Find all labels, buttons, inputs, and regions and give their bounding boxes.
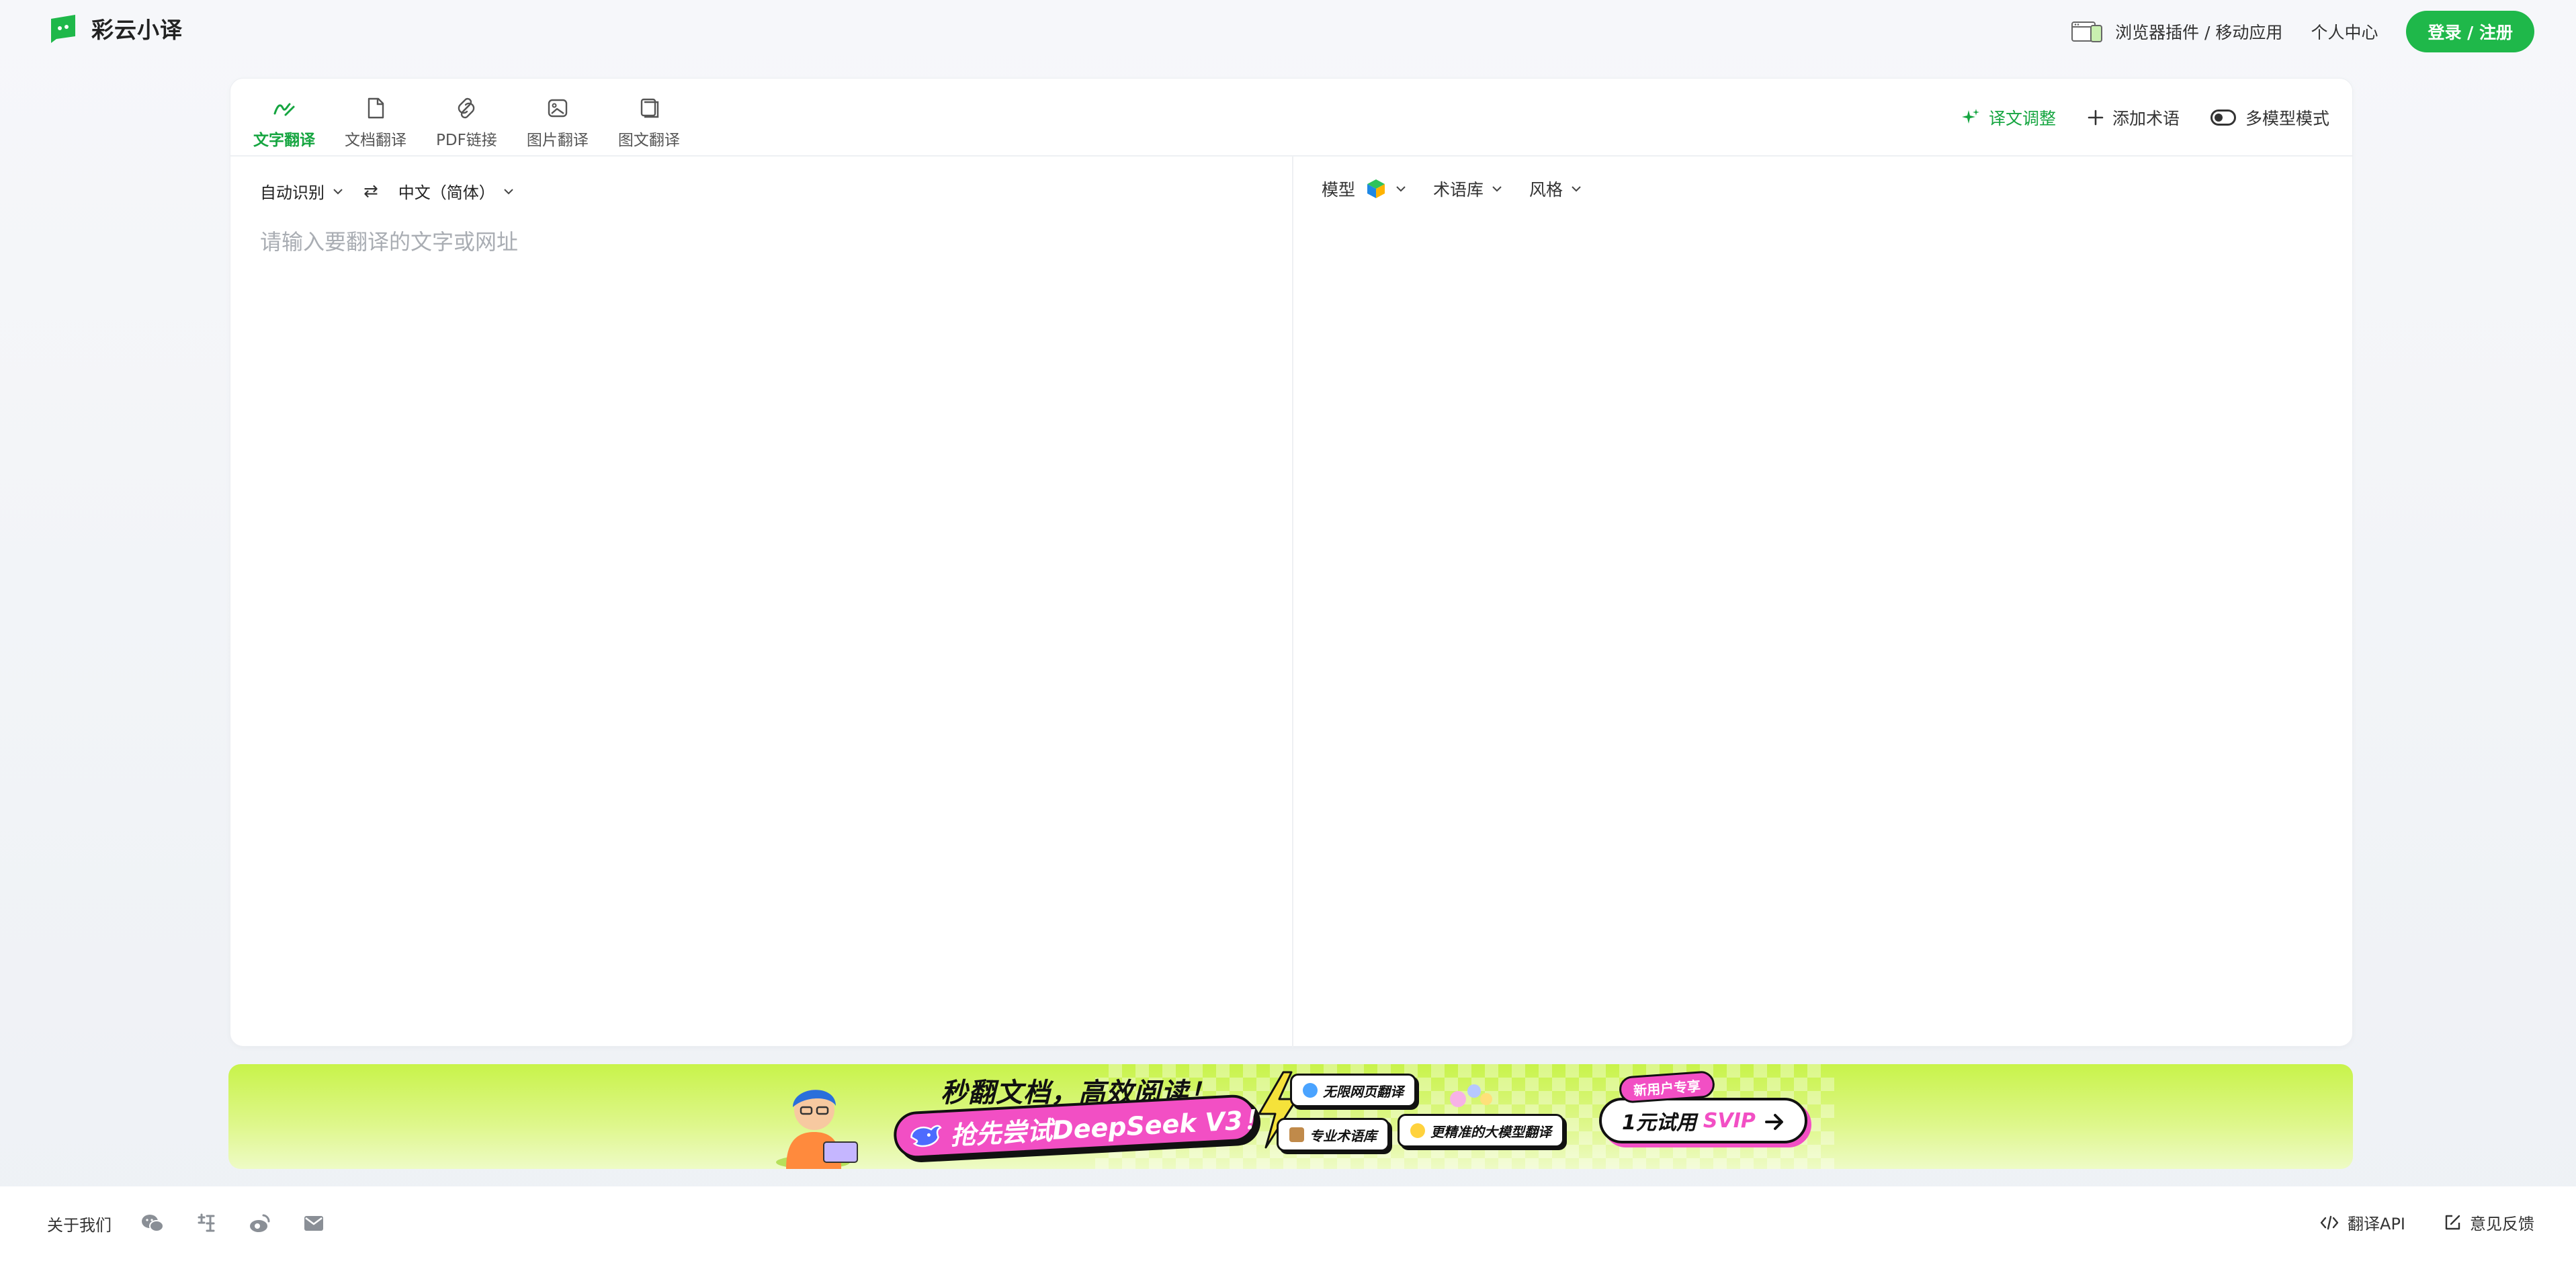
translate-api-label: 翻译API (2348, 1215, 2405, 1233)
link-icon (458, 97, 475, 119)
cta-svip: SVIP (1703, 1108, 1756, 1133)
browser-plugin-icon (2071, 21, 2103, 42)
wechat-icon[interactable] (140, 1211, 165, 1236)
model-label: 模型 (1322, 180, 1356, 200)
plugin-link-label: 浏览器插件 / 移动应用 (2115, 23, 2283, 42)
style-select[interactable]: 风格 (1529, 177, 1582, 201)
header-actions: 浏览器插件 / 移动应用 个人中心 登录 / 注册 (2071, 11, 2534, 52)
swap-languages-icon[interactable]: ⇄ (363, 181, 378, 202)
login-button[interactable]: 登录 / 注册 (2406, 11, 2534, 52)
style-label: 风格 (1529, 180, 1563, 200)
mode-tabs: 文字翻译 文档翻译 PDF链接 图片翻译 图文翻译 (253, 93, 710, 150)
mascot-illustration-icon (776, 1090, 858, 1169)
arrow-right-icon (1765, 1114, 1783, 1130)
adjust-translation-label: 译文调整 (1988, 109, 2056, 128)
footer-left: 关于我们 (47, 1211, 327, 1236)
logo[interactable]: 彩云小译 (47, 12, 183, 44)
tab-label: 文档翻译 (345, 132, 406, 149)
pane-divider (1292, 157, 1293, 1047)
promo-banner[interactable]: 秒翻文档，高效阅读！ 抢先尝试DeepSeek V3！ 无限网页翻译 专业术语库… (228, 1064, 2353, 1169)
target-options-bar: 模型 术语库 风格 (1322, 177, 1608, 201)
tab-image-translate[interactable]: 图片翻译 (527, 93, 589, 150)
banner-tag-text: 无限网页翻译 (1323, 1083, 1404, 1100)
banner-tag-text: 专业术语库 (1310, 1127, 1377, 1144)
footer: 关于我们 翻译API 意见反馈 (0, 1186, 2576, 1261)
card-actions: 译文调整 添加术语 多模型模式 (1930, 105, 2329, 130)
tab-document-translate[interactable]: 文档翻译 (345, 93, 406, 150)
header-divider (230, 155, 2352, 157)
text-translate-icon (273, 103, 295, 116)
edit-icon (2445, 1215, 2460, 1229)
tab-label: PDF链接 (436, 132, 497, 149)
plugin-link[interactable]: 浏览器插件 / 移动应用 (2071, 19, 2282, 44)
model-cube-icon (1367, 179, 1385, 198)
banner-tag-text: 更精准的大模型翻译 (1430, 1123, 1551, 1140)
logo-text: 彩云小译 (91, 17, 183, 43)
banner-tag-glossary: 专业术语库 (1277, 1118, 1389, 1151)
sparkle-icon (1961, 109, 1979, 124)
decorative-bubbles-icon (1450, 1084, 1492, 1107)
book-icon (640, 98, 659, 118)
translate-api-link[interactable]: 翻译API (2319, 1211, 2405, 1234)
toggle-switch[interactable] (2210, 110, 2236, 126)
chevron-down-icon (1572, 186, 1581, 192)
xiaohongshu-icon[interactable] (194, 1211, 219, 1236)
tab-label: 文字翻译 (253, 132, 315, 149)
logo-icon (51, 15, 75, 43)
chevron-down-icon (504, 188, 513, 194)
language-bar: 自动识别 ⇄ 中文（简体） (260, 179, 514, 203)
source-text-input[interactable] (260, 225, 1268, 1018)
add-term-label: 添加术语 (2112, 109, 2180, 128)
tab-pdf-link[interactable]: PDF链接 (436, 93, 497, 150)
translate-card: 文字翻译 文档翻译 PDF链接 图片翻译 图文翻译 译文调整 添加术语 多模型模… (230, 78, 2353, 1047)
mail-icon[interactable] (301, 1211, 327, 1236)
top-header: 彩云小译 浏览器插件 / 移动应用 个人中心 登录 / 注册 (0, 0, 2576, 64)
tab-label: 图片翻译 (526, 132, 589, 149)
plus-icon (2088, 110, 2104, 126)
add-term-button[interactable]: 添加术语 (2087, 105, 2180, 130)
weibo-icon[interactable] (247, 1211, 273, 1236)
book-stack-icon (1289, 1127, 1304, 1142)
footer-right: 翻译API 意见反馈 (2282, 1211, 2534, 1234)
source-language-label: 自动识别 (260, 183, 325, 202)
personal-center-link[interactable]: 个人中心 (2311, 19, 2378, 44)
target-language-select[interactable]: 中文（简体） (398, 179, 514, 203)
chevron-down-icon (1396, 186, 1406, 192)
model-select[interactable]: 模型 (1322, 177, 1406, 201)
code-icon (2320, 1215, 2339, 1229)
banner-tag-unlimited-web: 无限网页翻译 (1290, 1074, 1416, 1107)
globe-icon (1303, 1083, 1318, 1098)
source-language-select[interactable]: 自动识别 (260, 179, 343, 203)
multi-model-label: 多模型模式 (2245, 109, 2329, 128)
whale-icon (910, 1125, 942, 1147)
chevron-down-icon (333, 188, 343, 194)
cta-prefix: 1元试用 (1622, 1111, 1697, 1135)
tab-label: 图文翻译 (617, 132, 680, 149)
banner-tag-llm: 更精准的大模型翻译 (1398, 1114, 1564, 1147)
multi-model-toggle[interactable]: 多模型模式 (2210, 105, 2329, 130)
trial-svip-button[interactable]: 1元试用 SVIP (1599, 1098, 1807, 1143)
tab-image-text-translate[interactable]: 图文翻译 (618, 93, 680, 150)
adjust-translation-button[interactable]: 译文调整 (1961, 105, 2056, 130)
feedback-link[interactable]: 意见反馈 (2443, 1211, 2534, 1234)
target-language-label: 中文（简体） (398, 183, 495, 202)
feedback-label: 意见反馈 (2470, 1215, 2534, 1233)
image-icon (548, 99, 568, 118)
sparkle-icon (1410, 1123, 1425, 1138)
personal-center-label: 个人中心 (2311, 23, 2378, 42)
glossary-label: 术语库 (1433, 180, 1484, 200)
document-icon (368, 97, 384, 119)
chevron-down-icon (1492, 186, 1502, 192)
about-us-link[interactable]: 关于我们 (47, 1212, 112, 1235)
tab-text-translate[interactable]: 文字翻译 (253, 93, 315, 150)
glossary-select[interactable]: 术语库 (1433, 177, 1502, 201)
